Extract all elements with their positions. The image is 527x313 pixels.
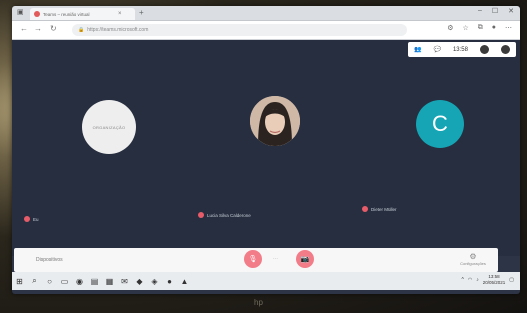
self-avatar[interactable] [479, 45, 489, 54]
toggle-mic-button[interactable]: 🎙 [244, 250, 262, 268]
browser-tab[interactable]: Teams – reunião virtual × [30, 8, 135, 20]
settings-button[interactable]: ⚙ Configurações [460, 252, 486, 266]
address-url: https://teams.microsoft.com [87, 27, 149, 33]
muted-mic-icon [362, 206, 368, 212]
more-options-icon[interactable]: ⋯ [273, 256, 278, 262]
edge-icon[interactable]: ◉ [72, 277, 87, 286]
participant-avatar-initial: C [416, 100, 464, 148]
participants-icon[interactable]: 👥 [414, 46, 421, 53]
reload-icon[interactable]: ↻ [50, 24, 57, 33]
volume-icon[interactable]: ♪ [476, 277, 479, 283]
devices-dropdown[interactable]: Dispositivos [36, 257, 63, 263]
profile-icon[interactable]: ● [492, 24, 496, 32]
chat-icon[interactable]: 💬 [433, 46, 440, 53]
network-icon[interactable]: ◠ [468, 277, 472, 283]
tray-date: 20/05/2021 [482, 280, 506, 285]
start-icon[interactable]: ⊞ [12, 277, 27, 286]
search-icon[interactable]: ⌕ [27, 276, 42, 286]
meeting-clock: 13:58 [452, 46, 468, 53]
participant-name-label: Eu [33, 216, 39, 222]
app-icon[interactable]: ● [162, 277, 177, 286]
meeting-stage: 👥 💬 13:58 ORGANIZAÇÃO C Eu Lucia Silva C… [12, 40, 520, 256]
tray-chevron-icon[interactable]: ^ [462, 277, 464, 283]
new-tab-button[interactable]: + [139, 8, 144, 18]
windows-taskbar: ⊞ ⌕ ○ ▭ ◉ ▤ ▦ ✉ ◆ ◈ ● ▲ ^ ◠ ♪ 13:58 20/0… [12, 272, 520, 290]
extensions-icon[interactable]: ⚙ [447, 24, 453, 32]
store-icon[interactable]: ▦ [102, 277, 117, 286]
participant-name: Lucia Silva Calderone [198, 212, 251, 218]
address-bar[interactable]: 🔒 https://teams.microsoft.com [72, 24, 407, 36]
monitor-brand-logo: hp [254, 298, 263, 307]
app-icon[interactable]: ◆ [132, 277, 147, 286]
participant-tile[interactable]: C [416, 100, 476, 160]
participant-tile[interactable] [250, 96, 310, 156]
maximize-button[interactable]: ☐ [492, 7, 498, 15]
tray-datetime[interactable]: 13:58 20/05/2021 [483, 274, 506, 286]
mic-off-icon: 🎙 [248, 256, 258, 263]
mail-icon[interactable]: ✉ [117, 277, 132, 286]
muted-mic-icon [24, 216, 30, 222]
browser-toolbar: ← → ↻ 🔒 https://teams.microsoft.com ⚙ ☆ … [12, 21, 520, 40]
close-window-button[interactable]: ✕ [508, 7, 514, 15]
task-view-icon[interactable]: ○ [42, 277, 57, 286]
gear-icon: ⚙ [469, 252, 477, 261]
app-icon[interactable]: ▲ [177, 277, 192, 286]
settings-label: Configurações [460, 261, 486, 266]
toggle-camera-button[interactable]: 📷 [296, 250, 314, 268]
tab-close-icon[interactable]: × [118, 11, 122, 17]
meeting-control-bar: Dispositivos 🎙 ⋯ 📷 ⚙ Configurações [14, 248, 498, 272]
participant-name: Dieter Müller [362, 206, 397, 212]
forward-icon[interactable]: → [34, 24, 42, 33]
favorites-icon[interactable]: ☆ [462, 24, 468, 32]
tab-favicon-icon [34, 11, 40, 17]
participant-avatar-photo [250, 96, 300, 146]
meeting-top-bar: 👥 💬 13:58 [408, 42, 516, 57]
camera-off-icon: 📷 [300, 256, 310, 263]
system-tray: ^ ◠ ♪ 13:58 20/05/2021 ▢ [462, 274, 515, 286]
muted-mic-icon [198, 212, 204, 218]
participant-avatar-logo: ORGANIZAÇÃO [82, 100, 136, 154]
back-icon[interactable]: ← [20, 24, 28, 33]
self-avatar-status[interactable] [500, 45, 510, 54]
widgets-icon[interactable]: ▭ [57, 277, 72, 286]
collections-icon[interactable]: ⧉ [478, 24, 483, 32]
minimize-button[interactable]: – [478, 7, 482, 15]
tab-title: Teams – reunião virtual [43, 11, 90, 17]
participant-name: Eu [24, 216, 39, 222]
file-explorer-icon[interactable]: ▤ [87, 277, 102, 286]
notifications-icon[interactable]: ▢ [509, 277, 514, 283]
avatar-logo-mark: ORGANIZAÇÃO [92, 124, 126, 130]
lock-icon: 🔒 [78, 27, 85, 33]
toolbar-icons: ⚙ ☆ ⧉ ● ⋯ [447, 24, 512, 32]
window-controls: – ☐ ✕ [478, 7, 514, 15]
window-menu-icon[interactable]: ▣ [17, 8, 24, 16]
participant-name-label: Dieter Müller [371, 206, 397, 212]
browser-tabstrip: ▣ Teams – reunião virtual × + – ☐ ✕ [12, 6, 520, 21]
app-icon[interactable]: ◈ [147, 277, 162, 286]
participant-name-label: Lucia Silva Calderone [207, 212, 251, 218]
more-menu-icon[interactable]: ⋯ [505, 24, 512, 32]
participant-tile[interactable]: ORGANIZAÇÃO [82, 100, 142, 160]
